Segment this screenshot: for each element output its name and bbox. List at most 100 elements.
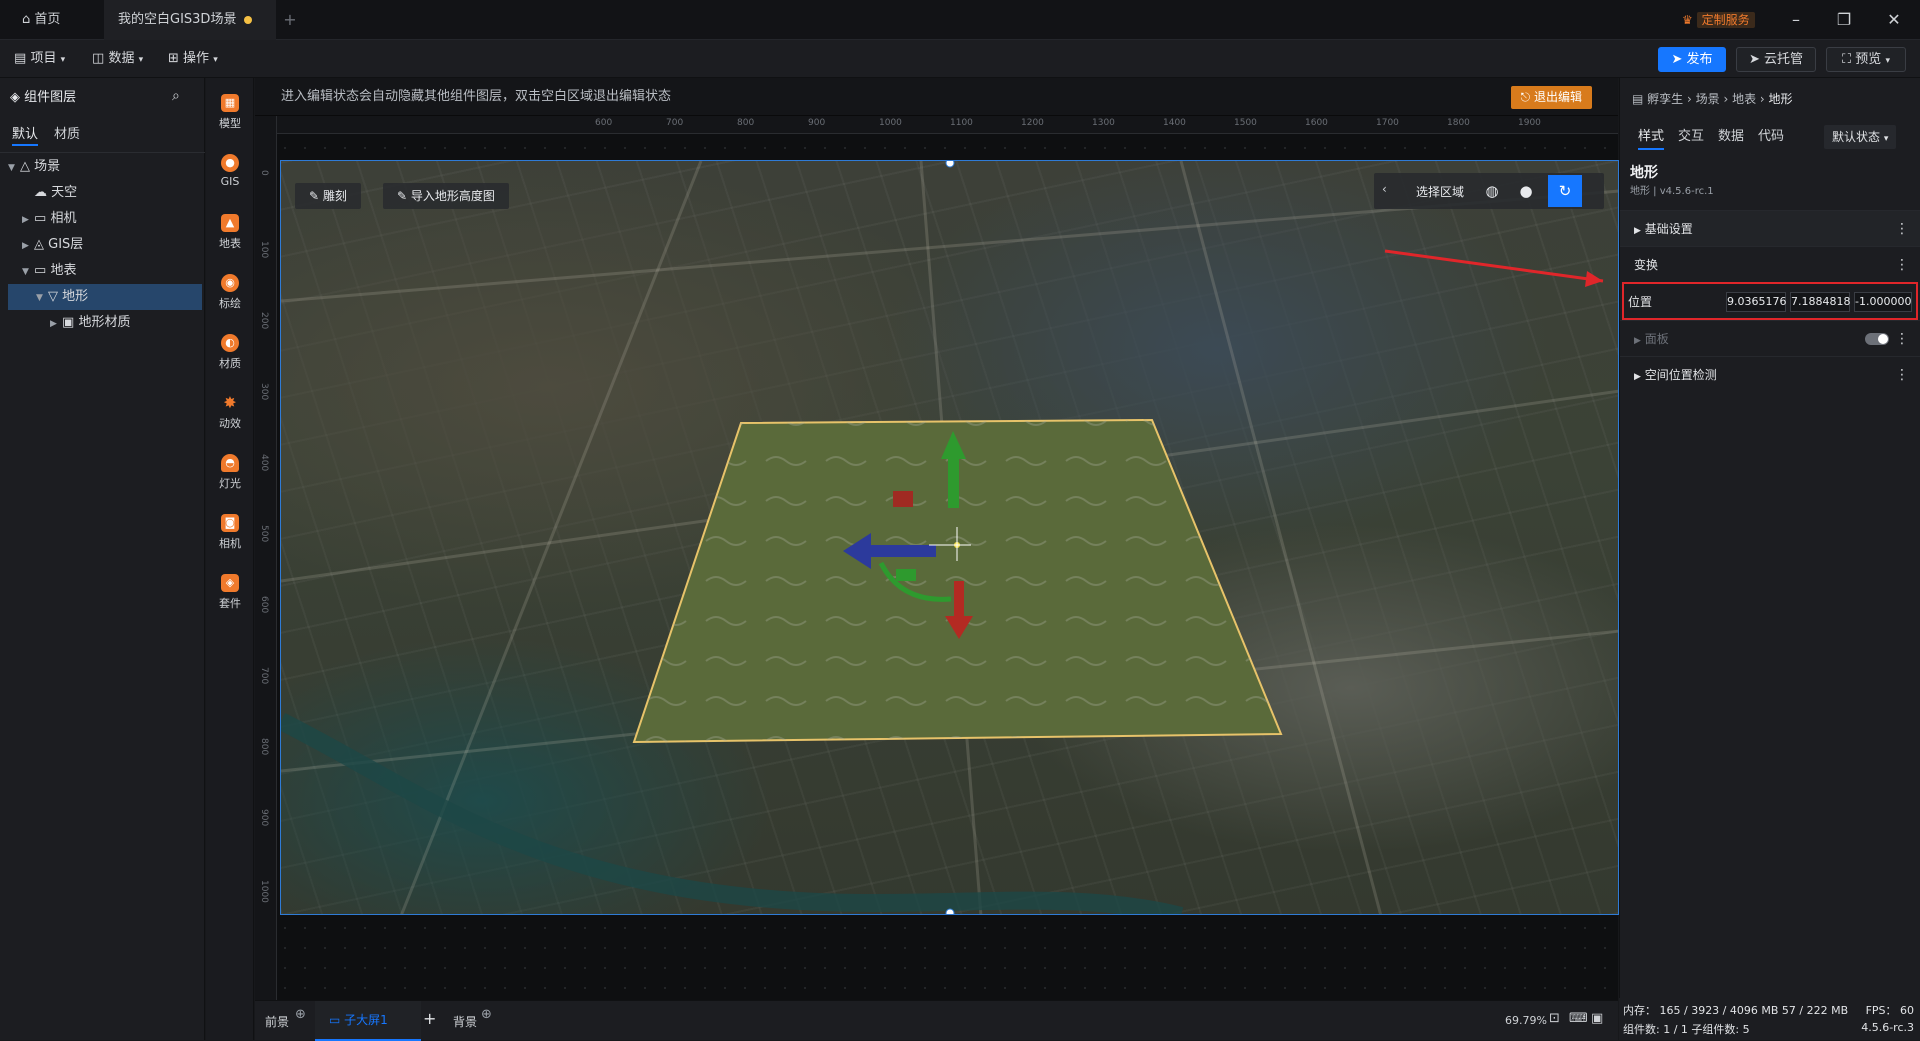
add-background-icon[interactable]: ⊕ (481, 1007, 492, 1022)
ruler-tick-label: 400 (259, 454, 269, 472)
add-foreground-icon[interactable]: ⊕ (295, 1007, 306, 1022)
ruler-tick-label: 1200 (1021, 118, 1044, 128)
more-icon[interactable]: ⋮ (1895, 247, 1909, 283)
new-tab-button[interactable]: + (278, 0, 302, 40)
breadcrumb-item[interactable]: 地表 (1732, 92, 1756, 106)
close-button[interactable]: ✕ (1870, 0, 1918, 40)
resize-handle[interactable] (945, 161, 955, 168)
preview-label: 预览 (1855, 52, 1882, 67)
ruler-tick-label: 1300 (1092, 118, 1115, 128)
cloud-host-button[interactable]: ➤ 云托管 (1736, 47, 1816, 72)
search-icon[interactable]: ⌕ (172, 88, 180, 104)
caret-down-icon: ▼ (8, 163, 15, 173)
tab-default[interactable]: 默认 (12, 124, 39, 146)
circle-fill-icon[interactable]: ● (1512, 177, 1540, 205)
tab-style[interactable]: 样式 (1638, 124, 1665, 150)
position-z-input[interactable]: -1.000000 (1854, 292, 1912, 312)
section-panel[interactable]: ▶ 面板 ⋮ (1620, 320, 1920, 356)
chevron-left-icon[interactable]: ‹ (1382, 182, 1387, 196)
fit-screen-icon[interactable]: ⊡ (1549, 1011, 1560, 1026)
tree-item-label: 天空 (51, 185, 78, 200)
tree-item-terrain[interactable]: ▼ ▽ 地形 (8, 284, 202, 310)
scene-icon: △ (20, 159, 30, 174)
panel-toggle[interactable] (1865, 333, 1889, 345)
state-select[interactable]: 默认状态 ▾ (1824, 125, 1897, 149)
fullscreen-icon: ⛶ (1842, 52, 1852, 67)
tree-item-label: 地形材质 (78, 315, 131, 330)
section-basic-settings[interactable]: ▶ 基础设置 ⋮ (1620, 210, 1920, 246)
layers-icon: ◈ (10, 90, 20, 105)
database-icon: ◫ (92, 51, 105, 66)
tab-code[interactable]: 代码 (1758, 124, 1784, 150)
tool-model[interactable]: ▦ 模型 (206, 88, 254, 140)
zoom-level[interactable]: 69.79% (1505, 1014, 1547, 1027)
tree-item-sky[interactable]: ☁ 天空 (8, 180, 202, 206)
resize-handle[interactable] (945, 908, 955, 915)
more-icon[interactable]: ⋮ (1895, 357, 1909, 393)
river (281, 712, 1184, 914)
light-icon: ◓ (221, 454, 239, 472)
exit-edit-label: 退出编辑 (1533, 90, 1582, 104)
menu-operation-label: 操作 (183, 51, 210, 66)
screen-tab[interactable]: ▭ 子大屏1 (315, 1001, 421, 1041)
tool-light[interactable]: ◓ 灯光 (206, 448, 254, 500)
tool-material[interactable]: ◐ 材质 (206, 328, 254, 380)
tree-item-scene[interactable]: ▼ △ 场景 (8, 154, 202, 180)
minimize-button[interactable]: – (1772, 0, 1820, 40)
section-transform[interactable]: 变换 ⋮ (1620, 246, 1920, 282)
pin-icon: ◉ (221, 274, 239, 292)
sculpt-button[interactable]: ✎ 雕刻 (295, 183, 361, 209)
foreground-tab[interactable]: 前景 (265, 1013, 289, 1030)
tree-item-surface[interactable]: ▼ ▭ 地表 (8, 258, 202, 284)
tab-home[interactable]: ⌂ 首页 (22, 0, 82, 40)
breadcrumb-item[interactable]: 孵孪生 (1647, 92, 1683, 106)
custom-service-button[interactable]: ♛ 定制服务 (1682, 10, 1755, 30)
ruler-tick-label: 1100 (950, 118, 973, 128)
maximize-button[interactable]: ❐ (1820, 0, 1868, 40)
publish-button[interactable]: ➤ 发布 (1658, 47, 1726, 72)
import-heightmap-button[interactable]: ✎ 导入地形高度图 (383, 183, 509, 209)
menu-project[interactable]: ▤ 项目 ▾ (14, 40, 65, 78)
position-y-input[interactable]: 7.1884818 (1790, 292, 1851, 312)
exit-edit-button[interactable]: ⎋ 退出编辑 (1510, 86, 1592, 109)
select-area-label[interactable]: 选择区域 (1416, 183, 1464, 200)
tool-effect[interactable]: ✸ 动效 (206, 388, 254, 440)
tab-interaction[interactable]: 交互 (1678, 124, 1704, 150)
tool-gis[interactable]: ● GIS (206, 148, 254, 200)
pen-icon: ✎ (397, 189, 408, 203)
tab-scene[interactable]: 我的空白GIS3D场景 (104, 0, 276, 40)
keyboard-icon[interactable]: ⌨ (1569, 1011, 1588, 1026)
tab-material[interactable]: 材质 (54, 124, 80, 146)
position-x-input[interactable]: 9.0365176 (1726, 292, 1787, 312)
scene-viewport[interactable]: ✎ 雕刻 ✎ 导入地形高度图 ‹ 选择区域 ◍ ● ↻ (280, 160, 1619, 915)
tab-data[interactable]: 数据 (1718, 124, 1744, 150)
tool-kit[interactable]: ◈ 套件 (206, 568, 254, 620)
breadcrumb-item[interactable]: 地形 (1769, 92, 1793, 106)
section-spatial-detection[interactable]: ▶ 空间位置检测 ⋮ (1620, 356, 1920, 392)
status-panel: 内存： 165 / 3923 / 4096 MB 57 / 222 MB FPS… (1619, 998, 1920, 1040)
layers-panel: ◈ 组件图层 ⌕ 默认 材质 ▼ △ 场景 ☁ 天空 ▶ ▭ 相机 ▶ ◬ GIS层 … (0, 78, 205, 1040)
more-icon[interactable]: ⋮ (1895, 321, 1909, 357)
rotate-icon[interactable]: ↻ (1548, 175, 1582, 207)
tool-plot[interactable]: ◉ 标绘 (206, 268, 254, 320)
breadcrumb-item[interactable]: 场景 (1696, 92, 1720, 106)
ruler-tick-label: 600 (259, 596, 269, 614)
add-screen-icon[interactable]: + (423, 1009, 436, 1028)
terminal-icon[interactable]: ▣ (1591, 1011, 1603, 1026)
globe-outline-icon[interactable]: ◍ (1478, 177, 1506, 205)
tree-item-camera[interactable]: ▶ ▭ 相机 (8, 206, 202, 232)
edit-hint-bar: 进入编辑状态会自动隐藏其他组件图层，双击空白区域退出编辑状态 (255, 78, 1618, 116)
sky-icon: ☁ (34, 185, 47, 200)
memory-status: 内存： 165 / 3923 / 4096 MB 57 / 222 MB (1623, 1004, 1849, 1017)
tool-camera[interactable]: ◙ 相机 (206, 508, 254, 560)
more-icon[interactable]: ⋮ (1895, 211, 1909, 247)
tree-item-terrain-material[interactable]: ▶ ▣ 地形材质 (8, 310, 202, 336)
preview-button[interactable]: ⛶ 预览 ▾ (1826, 47, 1906, 72)
area-select-toolbar: ‹ 选择区域 ◍ ● ↻ (1374, 173, 1604, 209)
background-tab[interactable]: 背景 (453, 1013, 477, 1030)
custom-service-label: 定制服务 (1696, 12, 1755, 28)
tool-surface[interactable]: ▲ 地表 (206, 208, 254, 260)
tree-item-gis[interactable]: ▶ ◬ GIS层 (8, 232, 202, 258)
menu-data[interactable]: ◫ 数据 ▾ (92, 40, 143, 78)
menu-operation[interactable]: ⊞ 操作 ▾ (168, 40, 218, 78)
